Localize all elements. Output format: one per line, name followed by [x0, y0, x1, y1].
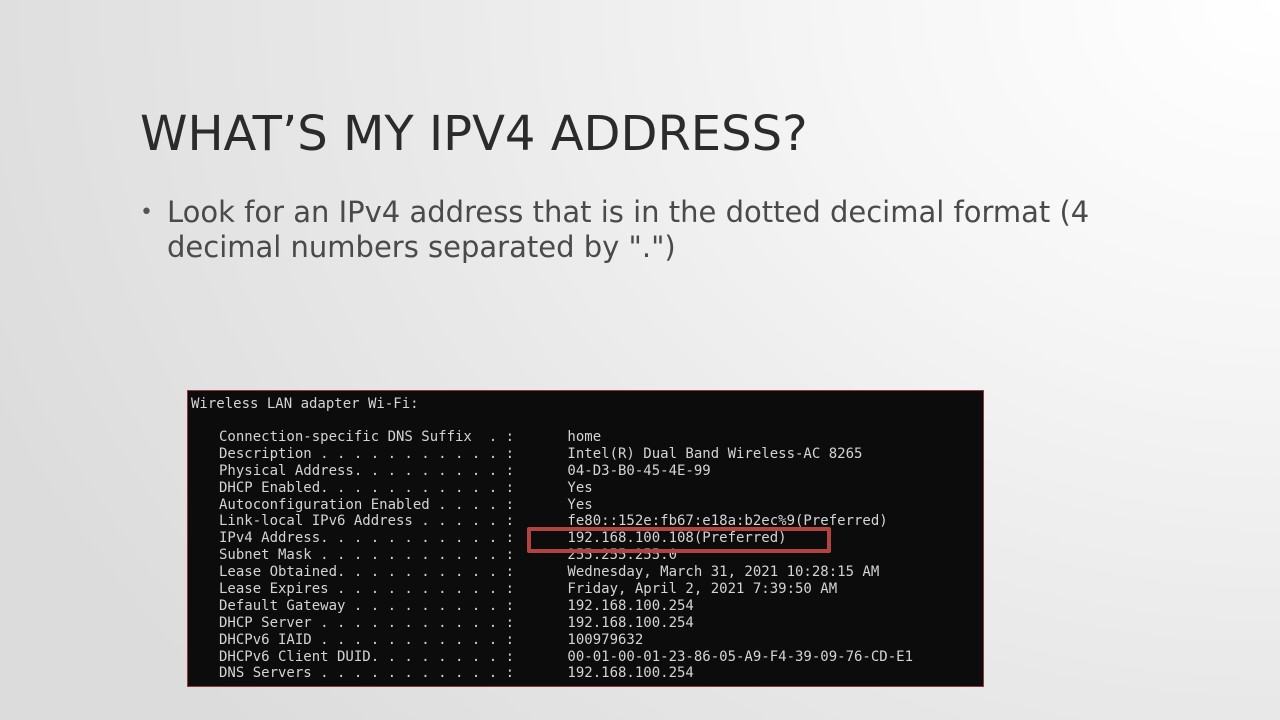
row-key: DNS Servers . . . . . . . . . . . :: [219, 665, 515, 682]
output-row-physical-address: Physical Address. . . . . . . . . : 04-D…: [219, 463, 913, 480]
output-row-dns-suffix: Connection-specific DNS Suffix . : home: [219, 429, 913, 446]
row-value: 192.168.100.254: [559, 597, 694, 614]
output-row-default-gateway: Default Gateway . . . . . . . . . : 192.…: [219, 598, 913, 615]
row-key: Physical Address. . . . . . . . . :: [219, 462, 515, 479]
row-value: Wednesday, March 31, 2021 10:28:15 AM: [559, 564, 880, 581]
row-value: 00-01-00-01-23-86-05-A9-F4-39-09-76-CD-E…: [559, 648, 914, 665]
output-row-dhcpv6-iaid: DHCPv6 IAID . . . . . . . . . . . : 1009…: [219, 632, 913, 649]
bullet-list: • Look for an IPv4 address that is in th…: [140, 195, 1160, 265]
row-value: Yes: [559, 496, 593, 513]
row-key: Autoconfiguration Enabled . . . . :: [219, 496, 515, 513]
output-row-dhcp-server: DHCP Server . . . . . . . . . . . : 192.…: [219, 615, 913, 632]
row-key: DHCPv6 IAID . . . . . . . . . . . :: [219, 631, 515, 648]
row-value: Friday, April 2, 2021 7:39:50 AM: [559, 581, 838, 598]
output-row-autoconfiguration: Autoconfiguration Enabled . . . . : Yes: [219, 497, 913, 514]
row-value: 100979632: [559, 631, 644, 648]
row-key: Lease Obtained. . . . . . . . . . :: [219, 564, 515, 581]
output-row-dhcpv6-client-duid: DHCPv6 Client DUID. . . . . . . . : 00-0…: [219, 649, 913, 666]
slide-title: WHAT’S MY IPV4 ADDRESS?: [140, 106, 808, 162]
row-value: 192.168.100.254: [559, 665, 694, 682]
bullet-text: Look for an IPv4 address that is in the …: [167, 195, 1090, 264]
bullet-item: • Look for an IPv4 address that is in th…: [140, 195, 1160, 265]
row-value: home: [559, 429, 602, 445]
bullet-marker: •: [140, 200, 153, 225]
row-key: Link-local IPv6 Address . . . . . :: [219, 513, 515, 530]
row-key: DHCP Server . . . . . . . . . . . :: [219, 614, 515, 631]
row-value: Yes: [559, 479, 593, 496]
row-key: Default Gateway . . . . . . . . . :: [219, 597, 515, 614]
ipv4-highlight-box: [527, 527, 831, 553]
output-row-lease-obtained: Lease Obtained. . . . . . . . . . : Wedn…: [219, 564, 913, 581]
adapter-header: Wireless LAN adapter Wi-Fi:: [191, 396, 419, 412]
output-row-dns-servers: DNS Servers . . . . . . . . . . . : 192.…: [219, 665, 913, 682]
row-value: 192.168.100.254: [559, 614, 694, 631]
output-row-lease-expires: Lease Expires . . . . . . . . . . : Frid…: [219, 581, 913, 598]
output-row-description: Description . . . . . . . . . . . : Inte…: [219, 446, 913, 463]
row-key: Subnet Mask . . . . . . . . . . . :: [219, 547, 515, 564]
row-value: 04-D3-B0-45-4E-99: [559, 462, 711, 479]
row-key: DHCPv6 Client DUID. . . . . . . . :: [219, 648, 515, 665]
row-key: Connection-specific DNS Suffix . :: [219, 429, 515, 445]
row-key: Lease Expires . . . . . . . . . . :: [219, 581, 515, 598]
ipconfig-screenshot: Wireless LAN adapter Wi-Fi: Connection-s…: [187, 390, 984, 687]
output-row-dhcp-enabled: DHCP Enabled. . . . . . . . . . . : Yes: [219, 480, 913, 497]
row-key: Description . . . . . . . . . . . :: [219, 445, 515, 462]
row-value: Intel(R) Dual Band Wireless-AC 8265: [559, 445, 863, 462]
row-key: IPv4 Address. . . . . . . . . . . :: [219, 530, 515, 547]
ipconfig-output: Connection-specific DNS Suffix . : home …: [219, 429, 913, 682]
row-key: DHCP Enabled. . . . . . . . . . . :: [219, 479, 515, 496]
